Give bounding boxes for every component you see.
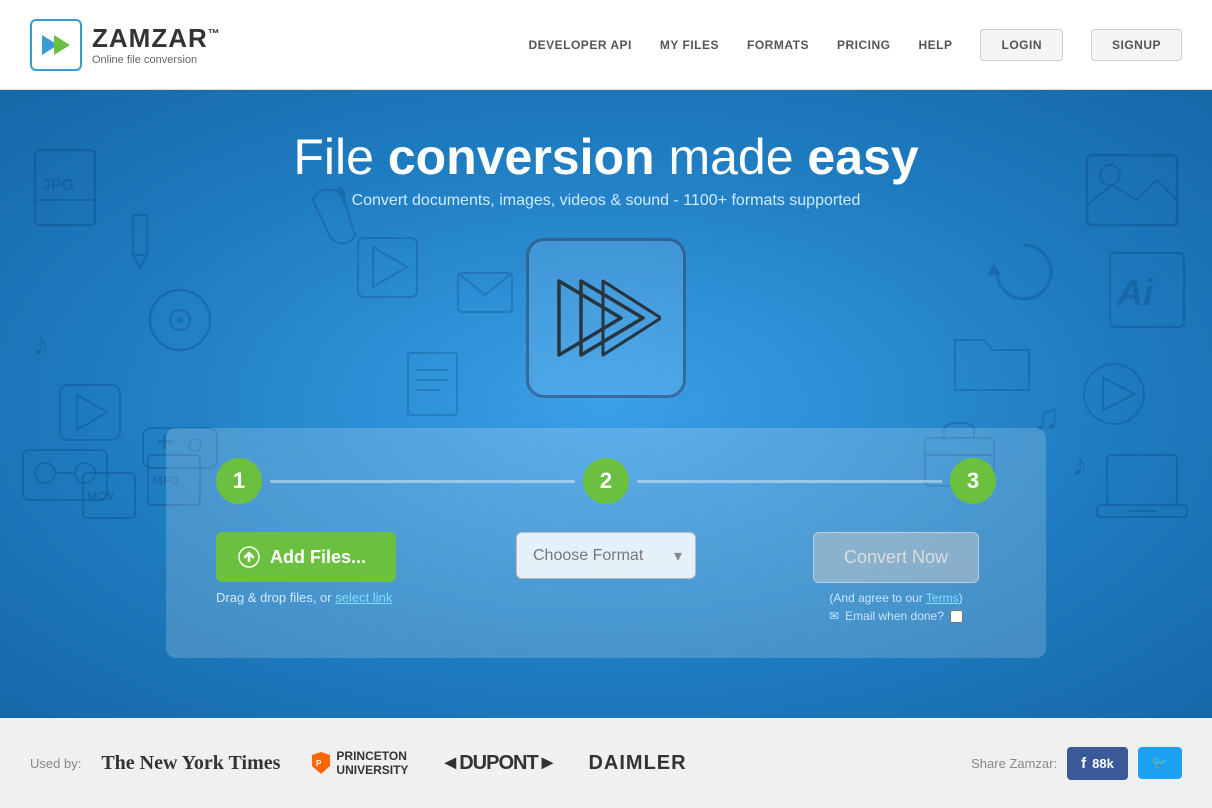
step-1-circle: 1 <box>216 458 262 504</box>
svg-text:MOV: MOV <box>87 489 114 503</box>
nav-developer-api[interactable]: DEVELOPER API <box>528 38 631 52</box>
steps-actions: Add Files... Drag & drop files, or selec… <box>216 532 996 623</box>
steps-track: 1 2 3 <box>216 458 996 504</box>
terms-link[interactable]: Terms <box>926 591 959 605</box>
terms-text: (And agree to our Terms) <box>829 591 962 605</box>
share-section: Share Zamzar: f 88k 🐦 <box>971 747 1182 780</box>
upload-icon <box>238 546 260 568</box>
used-by-label: Used by: <box>30 756 81 771</box>
convert-now-button[interactable]: Convert Now <box>813 532 979 583</box>
twitter-share-button[interactable]: 🐦 <box>1138 747 1182 779</box>
brand-dupont: ◄DUPONT► <box>440 752 556 775</box>
twitter-icon: 🐦 <box>1152 755 1168 770</box>
step-3-circle: 3 <box>950 458 996 504</box>
brand-princeton: P PRINCETONUNIVERSITY <box>312 749 408 778</box>
format-select[interactable]: Choose Format PDF MP3 JPG PNG MP4 <box>516 532 696 579</box>
mail-icon: ✉ <box>829 609 839 623</box>
facebook-icon: f <box>1081 755 1086 772</box>
login-button[interactable]: LOGIN <box>980 29 1063 61</box>
step-line-2 <box>637 480 942 483</box>
step-2-circle: 2 <box>583 458 629 504</box>
footer-bar: Used by: The New York Times P PRINCETONU… <box>0 718 1212 808</box>
brand-nyt: The New York Times <box>101 752 280 775</box>
main-nav: DEVELOPER API MY FILES FORMATS PRICING H… <box>528 29 1182 61</box>
share-label: Share Zamzar: <box>971 756 1057 771</box>
svg-text:♪: ♪ <box>1072 446 1088 482</box>
step-2-action: Choose Format PDF MP3 JPG PNG MP4 <box>496 532 716 579</box>
hero-title: File conversion made easy <box>293 128 918 186</box>
hero-subtitle: Convert documents, images, videos & soun… <box>352 192 861 210</box>
steps-panel: 1 2 3 Add Files... Drag & dr <box>166 428 1046 658</box>
add-files-button[interactable]: Add Files... <box>216 532 396 582</box>
center-logo <box>526 238 686 398</box>
step-3-action: Convert Now (And agree to our Terms) ✉ E… <box>796 532 996 623</box>
email-when-done-label: Email when done? <box>845 609 944 623</box>
facebook-share-button[interactable]: f 88k <box>1067 747 1128 780</box>
svg-text:Ai: Ai <box>1116 272 1154 313</box>
hero-section: JPG ♪ <box>0 90 1212 718</box>
nav-my-files[interactable]: MY FILES <box>660 38 719 52</box>
brand-daimler: DAIMLER <box>588 752 686 775</box>
princeton-shield-icon: P <box>312 752 330 774</box>
logo-subtitle: Online file conversion <box>92 54 221 66</box>
step-line-1 <box>270 480 575 483</box>
logo-text: ZAMZAR™ Online file conversion <box>92 23 221 66</box>
email-check-row: ✉ Email when done? <box>829 609 963 623</box>
signup-button[interactable]: SIGNUP <box>1091 29 1182 61</box>
header: ZAMZAR™ Online file conversion DEVELOPER… <box>0 0 1212 90</box>
svg-text:P: P <box>316 759 322 768</box>
select-link[interactable]: select link <box>335 590 392 605</box>
facebook-count: 88k <box>1092 756 1114 771</box>
step-1-action: Add Files... Drag & drop files, or selec… <box>216 532 416 605</box>
nav-formats[interactable]: FORMATS <box>747 38 809 52</box>
svg-text:JPG: JPG <box>42 177 74 194</box>
nav-pricing[interactable]: PRICING <box>837 38 891 52</box>
logo-name: ZAMZAR™ <box>92 23 221 54</box>
logo-icon <box>30 19 82 71</box>
nav-help[interactable]: HELP <box>918 38 952 52</box>
footer-brands: The New York Times P PRINCETONUNIVERSITY… <box>101 749 971 778</box>
format-select-wrapper: Choose Format PDF MP3 JPG PNG MP4 <box>516 532 696 579</box>
email-checkbox[interactable] <box>950 610 963 623</box>
logo-area: ZAMZAR™ Online file conversion <box>30 19 221 71</box>
drag-drop-text: Drag & drop files, or select link <box>216 590 392 605</box>
svg-text:♪: ♪ <box>33 326 49 362</box>
